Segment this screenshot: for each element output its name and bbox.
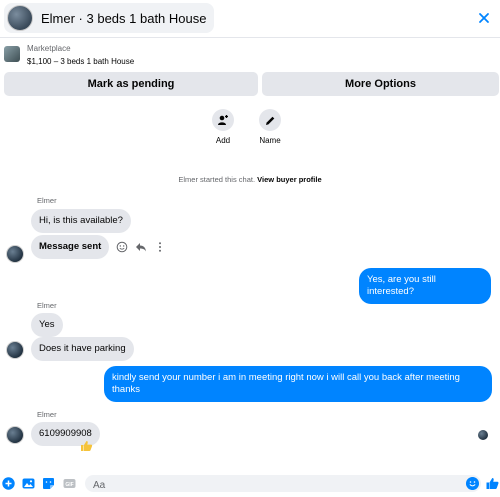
message-tools bbox=[116, 241, 166, 253]
react-emoji-icon[interactable] bbox=[116, 241, 128, 253]
sender-avatar[interactable] bbox=[6, 426, 24, 444]
sticker-icon[interactable] bbox=[42, 477, 55, 490]
listing-thumbnail bbox=[4, 46, 20, 62]
listing-avatar bbox=[7, 5, 33, 31]
more-vertical-icon[interactable] bbox=[154, 241, 166, 253]
message-input-box bbox=[85, 475, 481, 494]
sender-name: Elmer bbox=[37, 410, 57, 419]
more-options-button[interactable]: More Options bbox=[262, 72, 499, 96]
chat-started-notice: Elmer started this chat. View buyer prof… bbox=[0, 175, 500, 184]
name-label: Name bbox=[259, 136, 281, 145]
message-bubble-incoming[interactable]: Message sent bbox=[31, 235, 110, 259]
message-input[interactable] bbox=[85, 477, 445, 494]
photo-icon[interactable] bbox=[22, 477, 35, 490]
chat-title-button[interactable]: Elmer · 3 beds 1 bath House bbox=[4, 3, 215, 33]
thumbs-up-reaction-icon[interactable] bbox=[80, 440, 93, 452]
message-bubble-incoming[interactable]: Does it have parking bbox=[31, 337, 134, 361]
mark-as-pending-button[interactable]: Mark as pending bbox=[4, 72, 258, 96]
chat-header: Elmer · 3 beds 1 bath House bbox=[0, 0, 500, 38]
view-buyer-profile-link[interactable]: View buyer profile bbox=[257, 175, 321, 184]
chat-title: Elmer · 3 beds 1 bath House bbox=[41, 10, 207, 26]
sender-avatar[interactable] bbox=[6, 341, 24, 359]
emoji-icon[interactable] bbox=[466, 477, 479, 490]
gif-icon[interactable]: GIF bbox=[63, 477, 76, 490]
message-bubble-outgoing[interactable]: Yes, are you still interested? bbox=[359, 268, 491, 304]
read-receipt-avatar bbox=[478, 430, 488, 440]
add-label: Add bbox=[215, 136, 231, 145]
message-bubble-outgoing[interactable]: kindly send your number i am in meeting … bbox=[104, 366, 492, 402]
close-icon[interactable] bbox=[478, 12, 490, 24]
add-person-icon bbox=[212, 109, 234, 131]
chat-started-text: Elmer started this chat. bbox=[178, 175, 256, 184]
sender-name: Elmer bbox=[37, 196, 57, 205]
marketplace-label: Marketplace bbox=[27, 44, 71, 53]
sender-name: Elmer bbox=[37, 301, 57, 310]
message-bubble-incoming[interactable]: Hi, is this available? bbox=[31, 209, 131, 233]
sender-avatar[interactable] bbox=[6, 245, 24, 263]
add-action[interactable]: Add bbox=[203, 109, 243, 145]
name-action[interactable]: Name bbox=[250, 109, 290, 145]
reply-icon[interactable] bbox=[135, 241, 147, 253]
like-icon[interactable] bbox=[486, 477, 499, 490]
marketplace-listing[interactable]: Marketplace $1,100 – 3 beds 1 bath House bbox=[0, 40, 500, 72]
svg-text:GIF: GIF bbox=[65, 482, 73, 488]
plus-icon[interactable] bbox=[2, 477, 15, 490]
pencil-icon bbox=[259, 109, 281, 131]
message-bubble-incoming[interactable]: Yes bbox=[31, 313, 63, 337]
listing-summary: $1,100 – 3 beds 1 bath House bbox=[27, 57, 135, 66]
message-composer: GIF bbox=[0, 470, 500, 497]
